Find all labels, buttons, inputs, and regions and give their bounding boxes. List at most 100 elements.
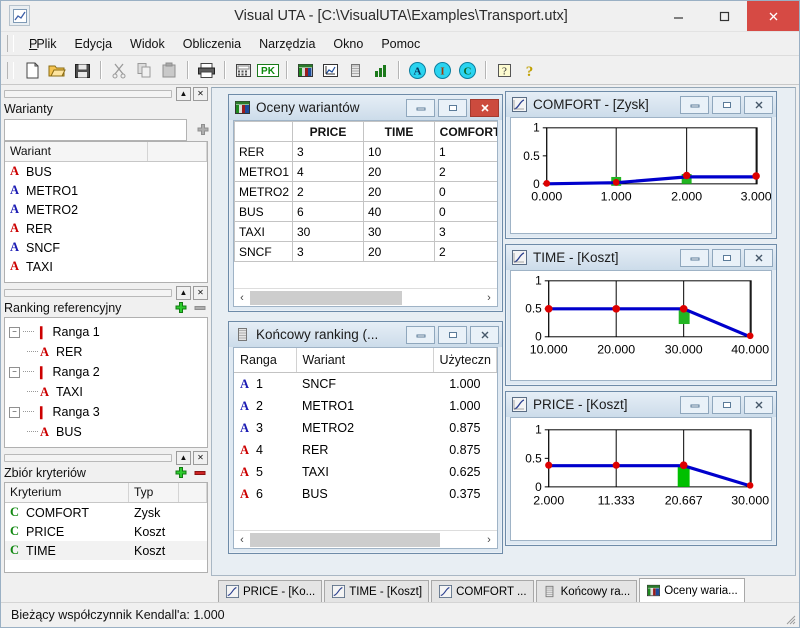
evaluations-window[interactable]: Oceny wariantów PRICE TIME COMFORT RER 3… — [228, 94, 503, 312]
eval-comfort[interactable]: 2 — [434, 161, 497, 182]
variants-list[interactable]: Wariant A BUS A METRO1 A METRO2 A RER A SNCF … — [4, 141, 208, 283]
calculator-icon[interactable] — [231, 58, 255, 82]
list-item[interactable]: A METRO1 — [5, 181, 207, 200]
rank-col-wariant[interactable]: Wariant — [296, 348, 434, 373]
table-row[interactable]: SNCF 3 20 2 — [234, 241, 497, 262]
eval-col-price[interactable]: PRICE — [292, 121, 364, 142]
eval-time[interactable]: 20 — [363, 161, 435, 182]
criteria-splitter[interactable] — [4, 453, 172, 462]
criteria-col-typ[interactable]: Typ — [129, 483, 179, 502]
eval-comfort[interactable]: 3 — [434, 221, 497, 242]
eval-time[interactable]: 20 — [363, 181, 435, 202]
restore-icon[interactable] — [712, 395, 741, 414]
list-item[interactable]: A METRO2 — [5, 200, 207, 219]
eval-comfort[interactable]: 1 — [434, 141, 497, 162]
eval-time[interactable]: 10 — [363, 141, 435, 162]
eval-col-time[interactable]: TIME — [363, 121, 435, 142]
print-icon[interactable] — [194, 58, 218, 82]
menu-edycja[interactable]: Edycja — [66, 35, 122, 53]
variants-col-blank[interactable] — [148, 142, 207, 161]
scroll-track[interactable] — [250, 290, 481, 305]
minimize-icon[interactable] — [680, 95, 709, 114]
criteria-remove-button[interactable] — [192, 466, 208, 480]
final-ranking-table[interactable]: Ranga Wariant Użyteczn A 1 SNCF 1.000 A 2 MET… — [234, 348, 497, 505]
eval-price[interactable]: 6 — [292, 201, 364, 222]
letter-a-icon[interactable]: A — [405, 58, 429, 82]
table-row[interactable]: A 4 RER 0.875 — [234, 439, 497, 461]
list-item[interactable]: C COMFORT Zysk — [5, 503, 207, 522]
table-grid-icon[interactable] — [293, 58, 317, 82]
reference-ranking-tree[interactable]: − ❙ Ranga 1 A RER − ❙ Ranga 2 A TAXI − ❙ Ranga 3… — [4, 317, 208, 448]
tower-icon[interactable] — [343, 58, 367, 82]
bar-chart-icon[interactable] — [368, 58, 392, 82]
final-ranking-window[interactable]: Końcowy ranking (... Ranga Wariant Użyte… — [228, 321, 503, 554]
letter-c-icon[interactable]: C — [455, 58, 479, 82]
eval-col-comfort[interactable]: COMFORT — [434, 121, 497, 142]
variants-close-button[interactable]: ✕ — [193, 86, 208, 101]
new-document-icon[interactable] — [20, 58, 44, 82]
criteria-collapse-button[interactable]: ▲ — [176, 450, 191, 465]
scroll-right-icon[interactable]: › — [481, 290, 497, 306]
table-row[interactable]: A 3 METRO2 0.875 — [234, 417, 497, 439]
table-row[interactable]: BUS 6 40 0 — [234, 201, 497, 222]
variants-splitter[interactable] — [4, 89, 172, 98]
menu-okno[interactable]: Okno — [324, 35, 372, 53]
scroll-thumb[interactable] — [250, 290, 402, 305]
chart-window-icon[interactable] — [318, 58, 342, 82]
menu-widok[interactable]: Widok — [121, 35, 174, 53]
restore-icon[interactable] — [438, 325, 467, 344]
menu-plik[interactable]: PPlik — [20, 35, 66, 53]
help-context-icon[interactable]: ? — [492, 58, 516, 82]
criteria-list[interactable]: Kryterium Typ C COMFORT Zysk C PRICE Koszt C… — [4, 482, 208, 573]
price-chart-canvas[interactable]: 1 0.5 0 2.000 11.333 20.667 30.000 — [510, 417, 772, 541]
variants-collapse-button[interactable]: ▲ — [176, 86, 191, 101]
open-folder-icon[interactable] — [45, 58, 69, 82]
tree-node-rank[interactable]: − ❙ Ranga 1 — [9, 322, 207, 342]
eval-comfort[interactable]: 0 — [434, 181, 497, 202]
comfort-chart-canvas[interactable]: 1 0.5 0 0.000 1.000 2.000 3.000 — [510, 117, 772, 234]
tab-time-chart[interactable]: TIME - [Koszt] — [324, 580, 430, 602]
eval-price[interactable]: 3 — [292, 141, 364, 162]
close-button[interactable] — [747, 1, 799, 31]
tree-node-variant[interactable]: A TAXI — [9, 382, 207, 402]
tree-expander-icon[interactable]: − — [9, 326, 20, 338]
eval-price[interactable]: 2 — [292, 181, 364, 202]
list-item[interactable]: A RER — [5, 219, 207, 238]
restore-icon[interactable] — [438, 98, 467, 117]
eval-comfort[interactable]: 2 — [434, 241, 497, 262]
tree-expander-icon[interactable]: − — [9, 366, 20, 378]
tree-node-variant[interactable]: A RER — [9, 342, 207, 362]
eval-price[interactable]: 30 — [292, 221, 364, 242]
time-chart-canvas[interactable]: 1 0.5 0 10.000 20.000 30.000 40.000 — [510, 270, 772, 381]
criteria-add-button[interactable] — [173, 466, 189, 480]
evaluations-window-titlebar[interactable]: Oceny wariantów — [229, 95, 502, 120]
copy-icon[interactable] — [132, 58, 156, 82]
list-item[interactable]: A BUS — [5, 162, 207, 181]
ranking-close-button[interactable]: ✕ — [193, 285, 208, 300]
minimize-icon[interactable] — [406, 98, 435, 117]
tree-node-variant[interactable]: A BUS — [9, 422, 207, 442]
list-item[interactable]: C TIME Koszt — [5, 541, 207, 560]
minimize-icon[interactable] — [680, 248, 709, 267]
menu-obliczenia[interactable]: Obliczenia — [174, 35, 250, 53]
tree-node-rank[interactable]: − ❙ Ranga 2 — [9, 362, 207, 382]
ranking-remove-button[interactable] — [192, 301, 208, 315]
resize-grip-icon[interactable] — [784, 613, 796, 625]
table-row[interactable]: METRO2 2 20 0 — [234, 181, 497, 202]
cut-scissors-icon[interactable] — [107, 58, 131, 82]
menu-narzedzia[interactable]: Narzędzia — [250, 35, 324, 53]
eval-col-blank[interactable] — [234, 121, 293, 142]
close-icon[interactable] — [744, 248, 773, 267]
scroll-left-icon[interactable]: ‹ — [234, 290, 250, 306]
table-row[interactable]: RER 3 10 1 — [234, 141, 497, 162]
criteria-close-button[interactable]: ✕ — [193, 450, 208, 465]
tab-comfort-chart[interactable]: COMFORT ... — [431, 580, 534, 602]
save-disk-icon[interactable] — [70, 58, 94, 82]
ranking-splitter[interactable] — [4, 288, 172, 297]
pk-icon[interactable]: PK — [256, 58, 280, 82]
menu-pomoc[interactable]: Pomoc — [372, 35, 429, 53]
evaluations-hscrollbar[interactable]: ‹ › — [234, 288, 497, 306]
tab-price-chart[interactable]: PRICE - [Ko... — [218, 580, 323, 602]
table-row[interactable]: A 6 BUS 0.375 — [234, 483, 497, 505]
eval-time[interactable]: 40 — [363, 201, 435, 222]
